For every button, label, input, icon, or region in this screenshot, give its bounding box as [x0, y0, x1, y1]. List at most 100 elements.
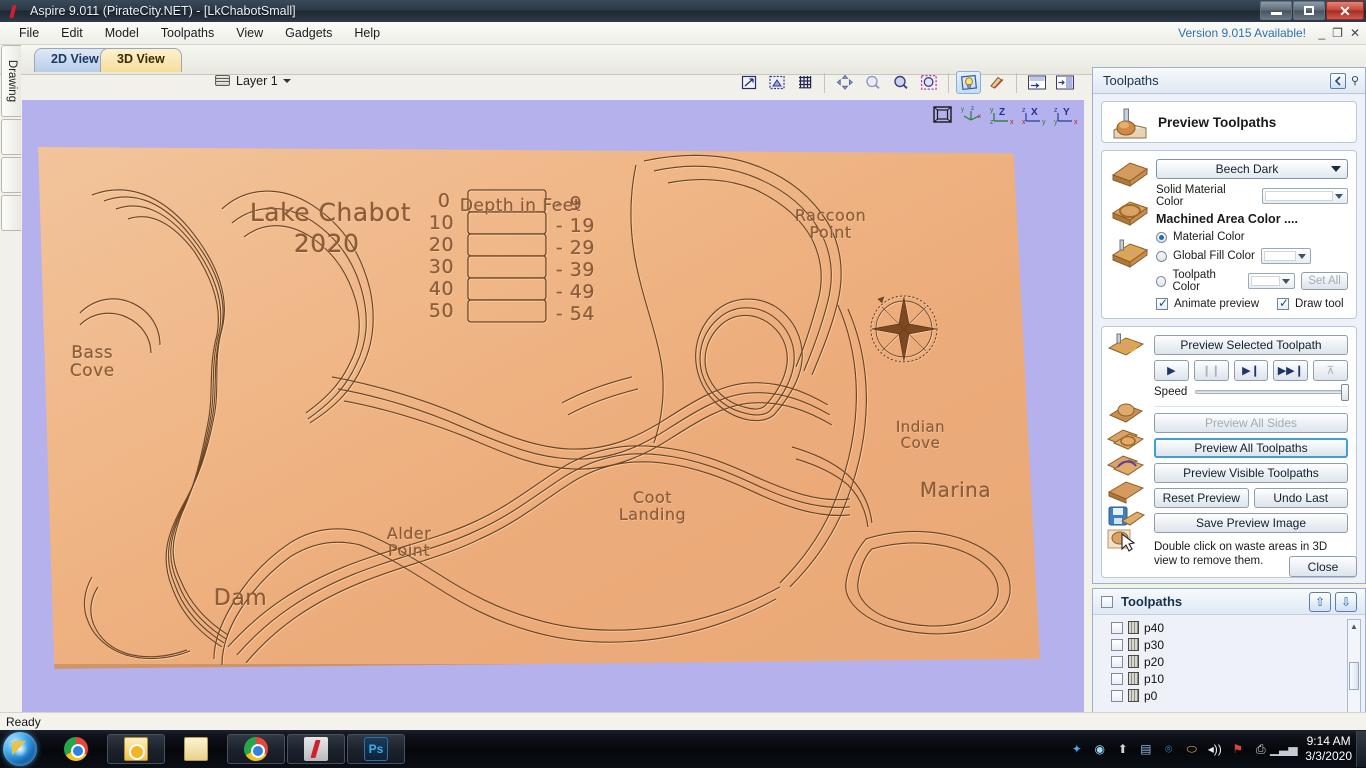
- toolpath-checkbox[interactable]: [1111, 621, 1123, 634]
- draw-tool-checkbox[interactable]: [1277, 296, 1289, 310]
- taskbar-clock[interactable]: 9:14 AM 3/3/2020: [1305, 734, 1352, 764]
- material-select[interactable]: Beech Dark: [1156, 159, 1348, 179]
- x-axis-view-icon[interactable]: z Xx y: [1022, 104, 1048, 126]
- menu-file[interactable]: File: [8, 23, 50, 43]
- skip-to-end-button[interactable]: ⊼: [1313, 360, 1348, 381]
- z-axis-view-icon[interactable]: y Zz x: [990, 104, 1016, 126]
- pin-panel-icon[interactable]: ⚲: [1351, 74, 1359, 87]
- zoom-to-selection-button[interactable]: [736, 71, 761, 94]
- sidebar-tab-4[interactable]: [1, 195, 21, 231]
- toggle-shading-button[interactable]: [956, 71, 981, 94]
- preview-visible-toolpaths-button[interactable]: Preview Visible Toolpaths: [1154, 463, 1348, 483]
- skip-forward-button[interactable]: ▶▶❙: [1273, 360, 1309, 381]
- layer-selector[interactable]: Layer 1: [215, 74, 291, 88]
- toolpaths-list-scrollbar[interactable]: ▲ ▼: [1347, 619, 1361, 721]
- menu-edit[interactable]: Edit: [50, 23, 94, 43]
- zoom-selection-box-button[interactable]: [916, 71, 941, 94]
- network-monitor-icon[interactable]: ▤: [1138, 742, 1153, 757]
- mdi-restore-button[interactable]: ❐: [1332, 26, 1343, 40]
- reset-preview-button[interactable]: Reset Preview: [1154, 488, 1249, 508]
- taskbar-chrome-pinned[interactable]: [47, 734, 105, 764]
- list-item[interactable]: p40: [1099, 619, 1343, 636]
- set-all-button[interactable]: Set All: [1300, 272, 1348, 290]
- save-preview-image-button[interactable]: Save Preview Image: [1154, 513, 1348, 533]
- taskbar-photoshop-window[interactable]: Ps: [347, 734, 405, 764]
- speed-slider-thumb[interactable]: [1341, 384, 1349, 401]
- taskbar-aspire-window[interactable]: [287, 734, 345, 764]
- taskbar-outlook-window[interactable]: [107, 734, 165, 764]
- shield-icon[interactable]: ⬭: [1184, 742, 1199, 757]
- menu-help[interactable]: Help: [343, 23, 391, 43]
- radio-material-color[interactable]: [1156, 231, 1167, 243]
- taskbar-chrome-window[interactable]: [227, 734, 285, 764]
- pause-button[interactable]: ❙❙: [1193, 360, 1229, 381]
- zoom-out-button[interactable]: [860, 71, 885, 94]
- toolpaths-select-all-checkbox[interactable]: [1101, 595, 1113, 608]
- 3d-viewport[interactable]: yzx yZzx zXxy zYyx Lake Chabot 2020 Dept…: [22, 100, 1084, 728]
- toolpath-checkbox[interactable]: [1111, 638, 1123, 651]
- close-panel-button[interactable]: Close: [1289, 556, 1357, 577]
- move-down-button[interactable]: ⇩: [1335, 591, 1357, 612]
- scrollbar-thumb[interactable]: [1349, 662, 1359, 690]
- list-item[interactable]: p10: [1099, 670, 1343, 687]
- mdi-close-button[interactable]: ✕: [1350, 26, 1360, 40]
- toggle-toolpath-button[interactable]: [984, 71, 1009, 94]
- radio-global-fill-color[interactable]: [1156, 250, 1167, 262]
- toolpath-checkbox[interactable]: [1111, 655, 1123, 668]
- split-view-layout-button[interactable]: [1052, 71, 1077, 94]
- eye-icon[interactable]: ◉: [1092, 742, 1107, 757]
- step-forward-button[interactable]: ▶❙: [1233, 360, 1269, 381]
- menu-view[interactable]: View: [225, 23, 274, 43]
- network-error-icon[interactable]: ⚑: [1230, 742, 1245, 757]
- pan-button[interactable]: [832, 71, 857, 94]
- show-desktop-button[interactable]: [1356, 731, 1366, 767]
- menu-model[interactable]: Model: [94, 23, 150, 43]
- collapse-panel-button[interactable]: [1329, 72, 1346, 89]
- taskbar-explorer-window[interactable]: [167, 734, 225, 764]
- play-button[interactable]: ▶: [1154, 360, 1189, 381]
- speed-slider[interactable]: [1195, 384, 1349, 401]
- perspective-view-icon[interactable]: y zx: [960, 104, 984, 126]
- removable-device-icon[interactable]: ⎙: [1253, 742, 1268, 757]
- menu-toolpaths[interactable]: Toolpaths: [150, 23, 226, 43]
- toolpath-checkbox[interactable]: [1111, 689, 1123, 702]
- list-item[interactable]: p20: [1099, 653, 1343, 670]
- toolpath-checkbox[interactable]: [1111, 672, 1123, 685]
- preview-all-toolpaths-button[interactable]: Preview All Toolpaths: [1154, 438, 1348, 458]
- sidebar-tab-2[interactable]: [1, 119, 21, 155]
- volume-icon[interactable]: ◂)): [1207, 742, 1222, 757]
- zoom-to-drawing-button[interactable]: [764, 71, 789, 94]
- zoom-in-button[interactable]: [888, 71, 913, 94]
- bluetooth-icon[interactable]: ✦: [1069, 742, 1084, 757]
- wifi-manager-icon[interactable]: ⌾: [1161, 742, 1176, 757]
- animate-preview-checkbox[interactable]: [1156, 296, 1168, 310]
- undo-last-button[interactable]: Undo Last: [1253, 488, 1348, 508]
- close-button[interactable]: ✕: [1326, 1, 1364, 20]
- tab-3d-view[interactable]: 3D View: [100, 48, 182, 72]
- preview-selected-toolpath-button[interactable]: Preview Selected Toolpath: [1154, 335, 1348, 355]
- option-material-color[interactable]: Material Color: [1156, 231, 1348, 243]
- move-up-button[interactable]: ⇧: [1309, 591, 1331, 612]
- global-fill-color-swatch[interactable]: [1260, 248, 1311, 264]
- option-toolpath-color[interactable]: Toolpath Color Set All: [1156, 269, 1348, 293]
- update-icon[interactable]: ⬆: [1115, 742, 1130, 757]
- menu-gadgets[interactable]: Gadgets: [274, 23, 343, 43]
- radio-toolpath-color[interactable]: [1156, 275, 1167, 287]
- sidebar-tab-drawing[interactable]: Drawing: [1, 45, 21, 117]
- version-available-link[interactable]: Version 9.015 Available!: [1178, 26, 1306, 40]
- two-view-layout-button[interactable]: [1024, 71, 1049, 94]
- start-orb-icon[interactable]: [3, 732, 37, 766]
- sidebar-tab-3[interactable]: [1, 157, 21, 193]
- mdi-minimize-button[interactable]: _: [1318, 26, 1325, 40]
- y-axis-view-icon[interactable]: z Yy x: [1054, 104, 1080, 126]
- option-global-fill-color[interactable]: Global Fill Color: [1156, 248, 1348, 264]
- solid-material-color-swatch[interactable]: [1262, 188, 1348, 204]
- minimize-button[interactable]: [1260, 1, 1292, 20]
- preview-all-sides-button[interactable]: Preview All Sides: [1154, 413, 1348, 433]
- list-item[interactable]: p0: [1099, 687, 1343, 704]
- maximize-button[interactable]: [1293, 1, 1325, 20]
- scroll-up-icon[interactable]: ▲: [1348, 620, 1360, 632]
- toggle-grid-button[interactable]: [792, 71, 817, 94]
- iso-view-icon[interactable]: [932, 105, 954, 125]
- signal-icon[interactable]: ▁▃▅: [1270, 742, 1298, 757]
